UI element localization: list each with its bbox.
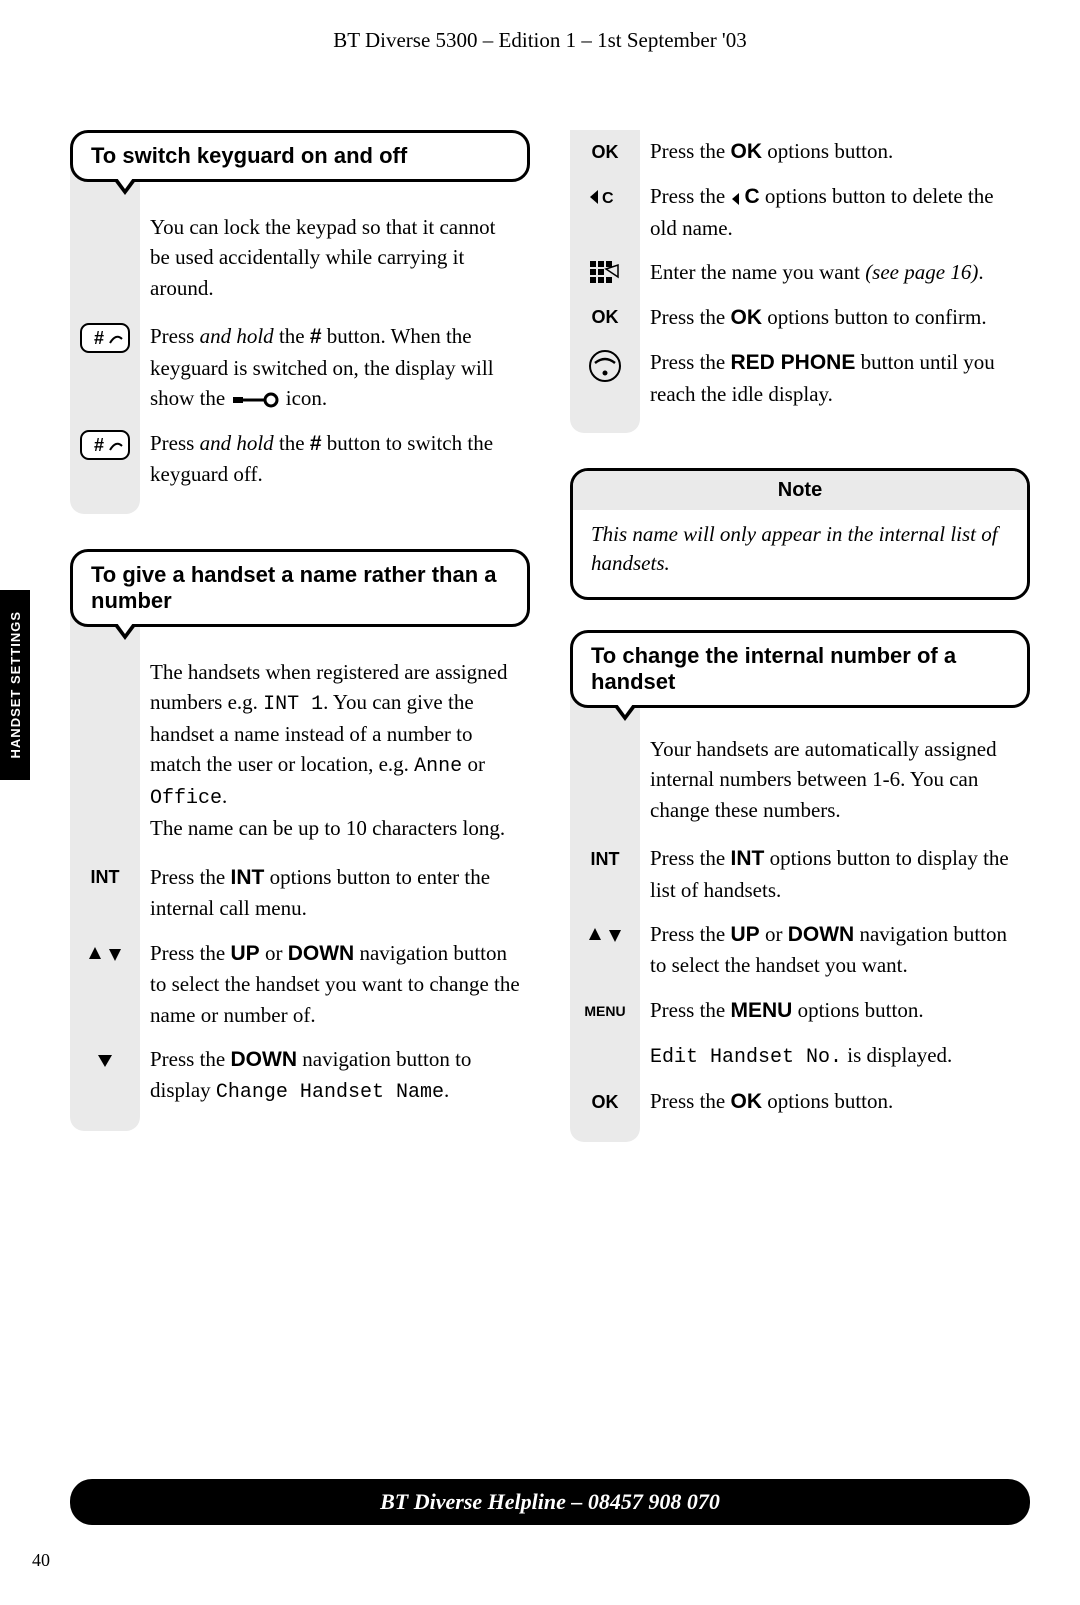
content-columns: To switch keyguard on and off You can lo… <box>70 130 1030 1177</box>
step-menu: MENU Press the MENU options button. <box>570 995 1030 1026</box>
down-arrow-icon <box>70 1044 140 1074</box>
note-box: Note This name will only appear in the i… <box>570 468 1030 600</box>
hash-key-icon: # <box>70 428 140 460</box>
step-text: Press the UP or DOWN navigation button t… <box>140 938 530 1030</box>
callout-title: To give a handset a name rather than a n… <box>91 562 497 613</box>
hash-key-icon: # <box>70 321 140 353</box>
step-int: INT Press the INT options button to ente… <box>70 862 530 924</box>
step-ok1: OK Press the OK options button. <box>570 136 1030 167</box>
menu-label-icon: MENU <box>570 995 640 1025</box>
section-change-number: To change the internal number of a hands… <box>570 630 1030 1142</box>
step-hash-off: # Press and hold the # button to switch … <box>70 428 530 490</box>
step-keypad: Enter the name you want (see page 16). <box>570 257 1030 287</box>
step-down: Press the DOWN navigation button to disp… <box>70 1044 530 1107</box>
step-text: Enter the name you want (see page 16). <box>640 257 1030 287</box>
step-redphone: Press the RED PHONE button until you rea… <box>570 347 1030 409</box>
step-text: Press the UP or DOWN navigation button t… <box>640 919 1030 981</box>
ok-label-icon: OK <box>570 136 640 166</box>
int-label-icon: INT <box>570 843 640 873</box>
page: BT Diverse 5300 – Edition 1 – 1st Septem… <box>0 0 1080 1605</box>
svg-text:C: C <box>602 190 614 207</box>
step-updown: Press the UP or DOWN navigation button t… <box>570 919 1030 981</box>
back-c-icon: C <box>570 181 640 211</box>
callout-keyguard: To switch keyguard on and off <box>70 130 530 182</box>
step-updown: Press the UP or DOWN navigation button t… <box>70 938 530 1030</box>
step-c: C Press the C options button to delete t… <box>570 181 1030 243</box>
step-text: Press and hold the # button. When the ke… <box>140 321 530 413</box>
step-hash-on: # Press and hold the # button. When the … <box>70 321 530 413</box>
svg-text:#: # <box>94 328 104 348</box>
blank-icon <box>570 1040 640 1070</box>
ok-label-icon: OK <box>570 302 640 332</box>
note-title: Note <box>573 471 1027 510</box>
page-number: 40 <box>32 1550 50 1571</box>
step-text: Edit Handset No. is displayed. <box>640 1040 1030 1072</box>
side-tab: HANDSET SETTINGS <box>0 590 30 780</box>
red-phone-icon <box>570 347 640 383</box>
step-int: INT Press the INT options button to disp… <box>570 843 1030 905</box>
step-text: Press the MENU options button. <box>640 995 1030 1026</box>
step-text: Press and hold the # button to switch th… <box>140 428 530 490</box>
key-lock-icon <box>231 392 281 408</box>
section-name-handset: To give a handset a name rather than a n… <box>70 549 530 1132</box>
note-body: This name will only appear in the intern… <box>573 510 1027 583</box>
step-text: Press the OK options button to confirm. <box>640 302 1030 333</box>
section-keyguard: To switch keyguard on and off You can lo… <box>70 130 530 514</box>
step-text: Press the C options button to delete the… <box>640 181 1030 243</box>
step-text: Press the INT options button to enter th… <box>140 862 530 924</box>
up-down-arrow-icon <box>570 919 640 949</box>
left-column: To switch keyguard on and off You can lo… <box>70 130 530 1177</box>
step-display: Edit Handset No. is displayed. <box>570 1040 1030 1072</box>
up-down-arrow-icon <box>70 938 140 968</box>
ok-label-icon: OK <box>570 1086 640 1116</box>
right-column: OK Press the OK options button. C <box>570 130 1030 1177</box>
section3-intro: Your handsets are automatically assigned… <box>570 708 1030 843</box>
callout-title: To switch keyguard on and off <box>91 143 407 168</box>
section2-intro: The handsets when registered are assigne… <box>70 627 530 862</box>
step-text: Press the INT options button to display … <box>640 843 1030 905</box>
step-text: Press the OK options button. <box>640 1086 1030 1117</box>
int-label-icon: INT <box>70 862 140 892</box>
callout-title: To change the internal number of a hands… <box>591 643 956 694</box>
side-tab-label: HANDSET SETTINGS <box>8 611 23 758</box>
callout-name-handset: To give a handset a name rather than a n… <box>70 549 530 627</box>
footer-helpline: BT Diverse Helpline – 08457 908 070 <box>70 1479 1030 1525</box>
step-text: Press the DOWN navigation button to disp… <box>140 1044 530 1107</box>
svg-text:#: # <box>94 435 104 455</box>
section-name-continued: OK Press the OK options button. C <box>570 130 1030 433</box>
callout-change-number: To change the internal number of a hands… <box>570 630 1030 708</box>
step-ok2: OK Press the OK options button to confir… <box>570 302 1030 333</box>
keypad-icon <box>570 257 640 287</box>
step-ok: OK Press the OK options button. <box>570 1086 1030 1117</box>
step-text: Press the OK options button. <box>640 136 1030 167</box>
section1-intro: You can lock the keypad so that it canno… <box>70 182 530 321</box>
step-text: Press the RED PHONE button until you rea… <box>640 347 1030 409</box>
page-header: BT Diverse 5300 – Edition 1 – 1st Septem… <box>0 0 1080 53</box>
